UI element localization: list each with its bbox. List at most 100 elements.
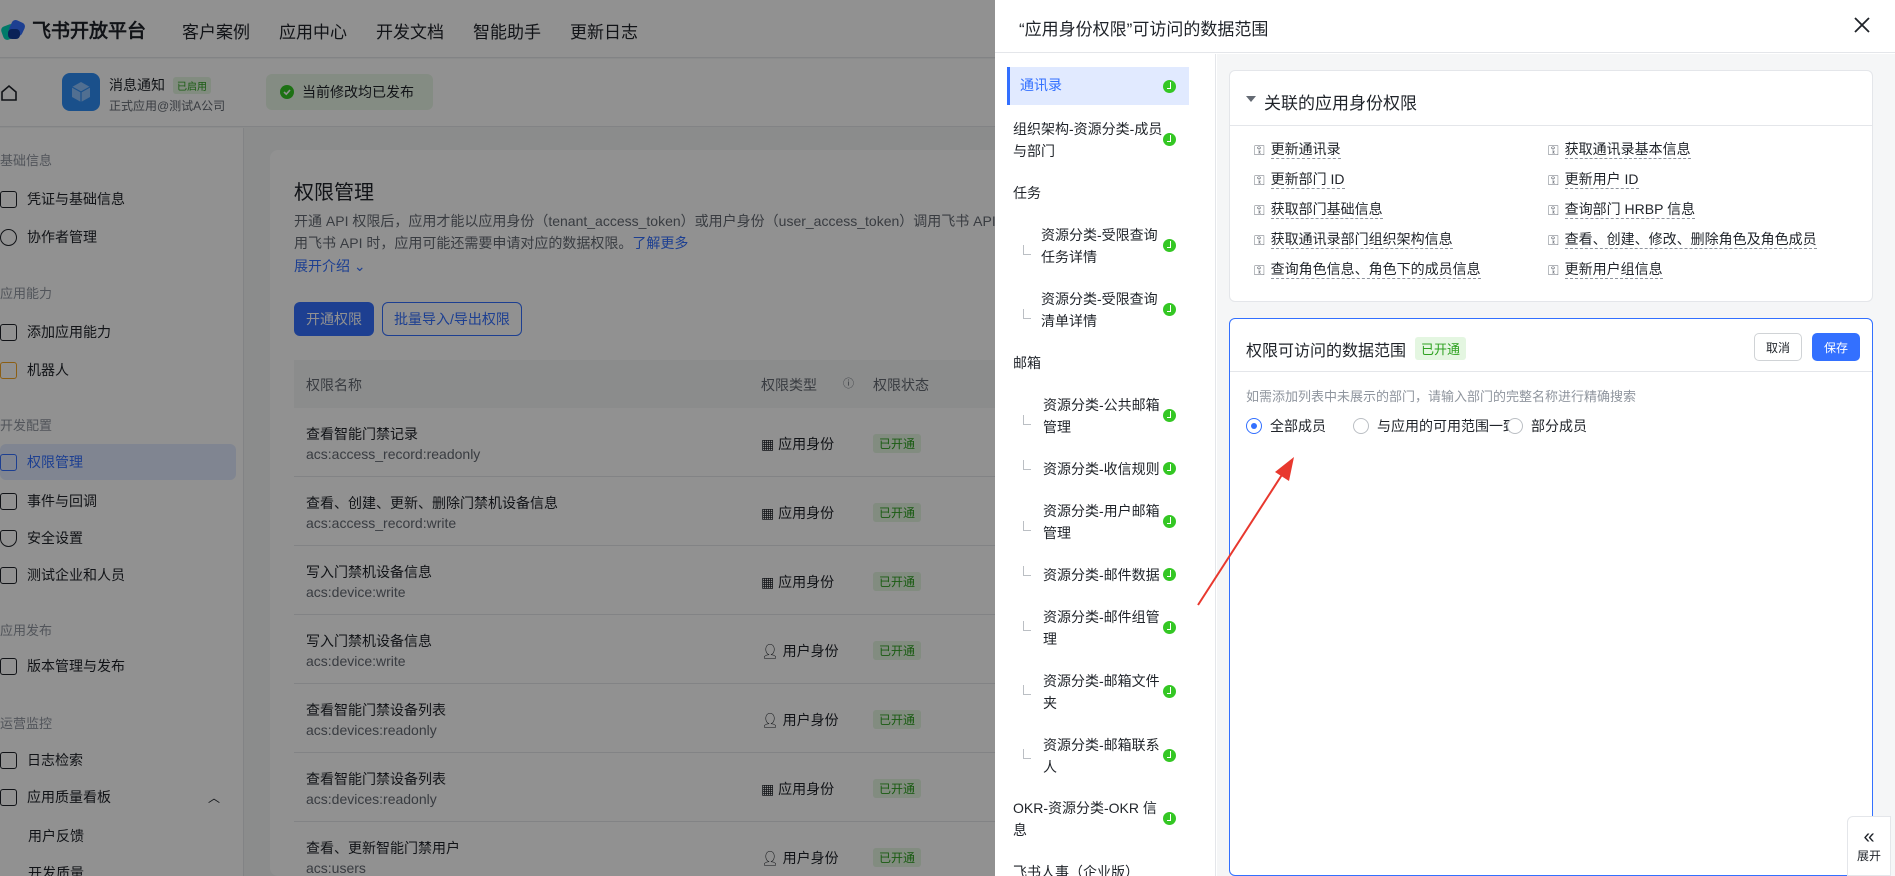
category-item-mail-folders[interactable]: 资源分类-邮箱文件夹 xyxy=(1043,670,1161,714)
category-list: 通讯录 组织架构-资源分类-成员与部门 任务 资源分类-受限查询任务详情 资源分… xyxy=(995,54,1216,876)
category-label: 资源分类-邮件数据 xyxy=(1043,567,1160,583)
check-circle-icon xyxy=(1163,409,1176,422)
check-circle-icon xyxy=(1163,685,1176,698)
associated-permission[interactable]: ⚿ 查看、创建、修改、删除角色及角色成员 xyxy=(1548,231,1817,249)
category-group-hr[interactable]: 飞书人事（企业版） xyxy=(1007,861,1189,876)
scope-title: 权限可访问的数据范围 xyxy=(1246,343,1407,360)
category-label: 资源分类-收信规则 xyxy=(1043,461,1160,477)
category-label: 资源分类-公共邮箱管理 xyxy=(1043,397,1160,435)
permission-label: 获取通讯录部门组织架构信息 xyxy=(1270,231,1453,249)
tree-connector xyxy=(1023,566,1031,576)
associated-permission[interactable]: ⚿ 获取部门基础信息 xyxy=(1254,201,1383,219)
category-item-public-mailbox[interactable]: 资源分类-公共邮箱管理 xyxy=(1043,394,1161,438)
scope-panel: 关联的应用身份权限 ⚿ 更新通讯录 ⚿ 获取通讯录基本信息 ⚿ 更新部门 ID ⚿ 更新… xyxy=(1217,54,1895,876)
divider xyxy=(1230,371,1872,372)
data-scope-drawer: “应用身份权限”可访问的数据范围 通讯录 组织架构-资源分类-成员与部门 任务 … xyxy=(995,0,1895,876)
category-label: 任务 xyxy=(1013,185,1041,201)
category-label: 组织架构-资源分类-成员与部门 xyxy=(1013,121,1163,159)
tree-connector xyxy=(1023,415,1031,425)
associated-permission[interactable]: ⚿ 更新用户 ID xyxy=(1548,171,1639,189)
associated-permission[interactable]: ⚿ 获取通讯录部门组织架构信息 xyxy=(1254,231,1453,249)
status-badge: 已开通 xyxy=(1415,337,1467,360)
permission-label: 查询角色信息、角色下的成员信息 xyxy=(1270,261,1481,279)
check-circle-icon xyxy=(1163,239,1176,252)
radio-dot-icon xyxy=(1507,418,1523,434)
collapse-label: 展开 xyxy=(1856,849,1881,863)
category-label: 资源分类-受限查询任务详情 xyxy=(1041,227,1158,265)
category-item-inbox-rules[interactable]: 资源分类-收信规则 xyxy=(1043,458,1161,480)
drawer-header: “应用身份权限”可访问的数据范围 xyxy=(995,0,1895,53)
category-label: 邮箱 xyxy=(1013,355,1041,371)
category-item-okr[interactable]: OKR-资源分类-OKR 信息 xyxy=(1007,797,1167,841)
key-icon: ⚿ xyxy=(1254,171,1265,188)
tree-connector xyxy=(1023,749,1031,759)
radio-match-app-scope[interactable]: 与应用的可用范围一致 xyxy=(1353,416,1517,436)
tree-connector xyxy=(1023,521,1031,531)
category-item-task-detail[interactable]: 资源分类-受限查询任务详情 xyxy=(1041,224,1161,268)
data-scope-card: 权限可访问的数据范围 已开通 取消 保存 如需添加列表中未展示的部门，请输入部门… xyxy=(1229,318,1873,876)
category-label: 资源分类-邮箱文件夹 xyxy=(1043,673,1160,711)
associated-permission[interactable]: ⚿ 获取通讯录基本信息 xyxy=(1548,141,1691,159)
check-circle-icon xyxy=(1163,303,1176,316)
key-icon: ⚿ xyxy=(1548,231,1559,248)
collapse-panel-button[interactable]: « 展开 xyxy=(1847,816,1891,876)
category-label: 飞书人事（企业版） xyxy=(1013,864,1139,876)
category-item-user-mailbox[interactable]: 资源分类-用户邮箱管理 xyxy=(1043,500,1161,544)
key-icon: ⚿ xyxy=(1548,141,1559,158)
key-icon: ⚿ xyxy=(1254,201,1265,218)
permission-label: 更新用户 ID xyxy=(1564,171,1639,189)
category-label: 资源分类-受限查询清单详情 xyxy=(1041,291,1158,329)
category-item-contacts[interactable]: 通讯录 xyxy=(1007,67,1189,105)
radio-dot-icon xyxy=(1246,418,1262,434)
category-group-task[interactable]: 任务 xyxy=(1007,182,1189,204)
permission-label: 获取通讯录基本信息 xyxy=(1564,141,1691,159)
check-circle-icon xyxy=(1163,462,1176,475)
cancel-button[interactable]: 取消 xyxy=(1754,333,1802,361)
permission-label: 更新部门 ID xyxy=(1270,171,1345,189)
associated-permission[interactable]: ⚿ 更新通讯录 xyxy=(1254,141,1341,159)
tree-connector xyxy=(1023,460,1031,470)
annotation-arrow-icon xyxy=(1197,457,1294,606)
category-item-mail-data[interactable]: 资源分类-邮件数据 xyxy=(1043,564,1161,586)
key-icon: ⚿ xyxy=(1548,261,1559,278)
tree-connector xyxy=(1023,621,1031,631)
associated-permission[interactable]: ⚿ 更新部门 ID xyxy=(1254,171,1345,189)
drawer-title: “应用身份权限”可访问的数据范围 xyxy=(1019,20,1269,39)
modal-overlay[interactable] xyxy=(0,0,995,876)
permission-label: 获取部门基础信息 xyxy=(1270,201,1383,219)
check-circle-icon xyxy=(1163,80,1176,93)
save-button[interactable]: 保存 xyxy=(1812,333,1860,361)
permission-label: 查询部门 HRBP 信息 xyxy=(1564,201,1696,219)
category-group-mail[interactable]: 邮箱 xyxy=(1007,352,1189,374)
key-icon: ⚿ xyxy=(1254,141,1265,158)
associated-permission[interactable]: ⚿ 查询部门 HRBP 信息 xyxy=(1548,201,1696,219)
key-icon: ⚿ xyxy=(1254,261,1265,278)
associated-permission[interactable]: ⚿ 查询角色信息、角色下的成员信息 xyxy=(1254,261,1481,279)
tree-connector xyxy=(1023,685,1031,695)
category-label: 资源分类-用户邮箱管理 xyxy=(1043,503,1160,541)
check-circle-icon xyxy=(1163,568,1176,581)
category-item-list-detail[interactable]: 资源分类-受限查询清单详情 xyxy=(1041,288,1161,332)
associated-permission[interactable]: ⚿ 更新用户组信息 xyxy=(1548,261,1663,279)
close-icon[interactable] xyxy=(1851,14,1873,36)
category-item-org[interactable]: 组织架构-资源分类-成员与部门 xyxy=(1007,118,1167,162)
scope-hint: 如需添加列表中未展示的部门，请输入部门的完整名称进行精确搜索 xyxy=(1246,389,1637,404)
check-circle-icon xyxy=(1163,621,1176,634)
radio-partial-members[interactable]: 部分成员 xyxy=(1507,416,1587,436)
associated-permissions-title: 关联的应用身份权限 xyxy=(1264,94,1417,113)
divider xyxy=(1230,125,1872,126)
category-item-mail-groups[interactable]: 资源分类-邮件组管理 xyxy=(1043,606,1161,650)
category-label: 资源分类-邮件组管理 xyxy=(1043,609,1160,647)
permission-label: 更新用户组信息 xyxy=(1564,261,1663,279)
key-icon: ⚿ xyxy=(1548,201,1559,218)
double-chevron-left-icon: « xyxy=(1863,826,1875,848)
category-item-mail-contacts[interactable]: 资源分类-邮箱联系人 xyxy=(1043,734,1161,778)
tree-connector xyxy=(1023,245,1031,255)
radio-label: 全部成员 xyxy=(1270,418,1326,434)
associated-permissions-card: 关联的应用身份权限 ⚿ 更新通讯录 ⚿ 获取通讯录基本信息 ⚿ 更新部门 ID ⚿ 更新… xyxy=(1229,70,1873,302)
check-circle-icon xyxy=(1163,749,1176,762)
radio-all-members[interactable]: 全部成员 xyxy=(1246,416,1326,436)
tree-connector xyxy=(1023,309,1031,319)
caret-down-icon[interactable] xyxy=(1246,96,1256,102)
check-circle-icon xyxy=(1163,515,1176,528)
